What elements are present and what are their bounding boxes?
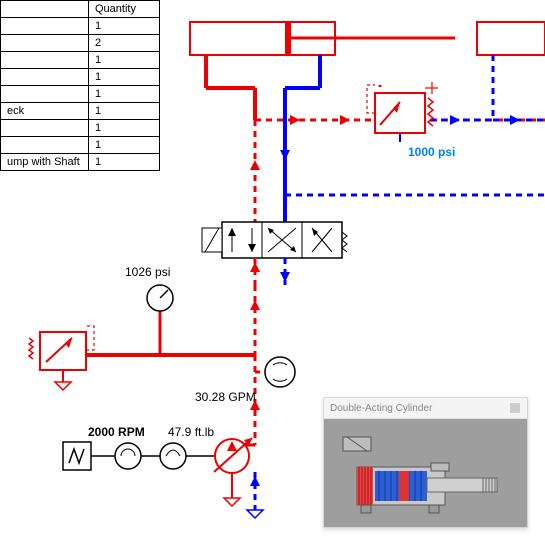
popup-preview [324,419,527,527]
pressure-gauge [147,285,173,311]
coupling-1 [115,443,141,469]
rpm-readout: 2000 RPM [88,425,145,439]
torque-readout: 47.9 ft.lb [168,425,214,439]
cylinder-left [190,22,455,55]
pressure-readout-1: 1026 psi [125,265,170,279]
relief-valve-right [367,82,438,142]
flow-readout: 30.28 GPM [195,390,256,404]
relief-valve-left [29,326,94,390]
close-icon[interactable] [509,402,521,414]
component-popup[interactable]: Double-Acting Cylinder [323,397,528,528]
popup-title: Double-Acting Cylinder [330,403,432,414]
coupling-2 [160,443,186,469]
electric-motor [63,442,91,470]
pressure-readout-2: 1000 psi [408,145,455,159]
flow-meter [255,357,295,387]
directional-valve [202,222,347,260]
cylinder-right [477,22,545,55]
